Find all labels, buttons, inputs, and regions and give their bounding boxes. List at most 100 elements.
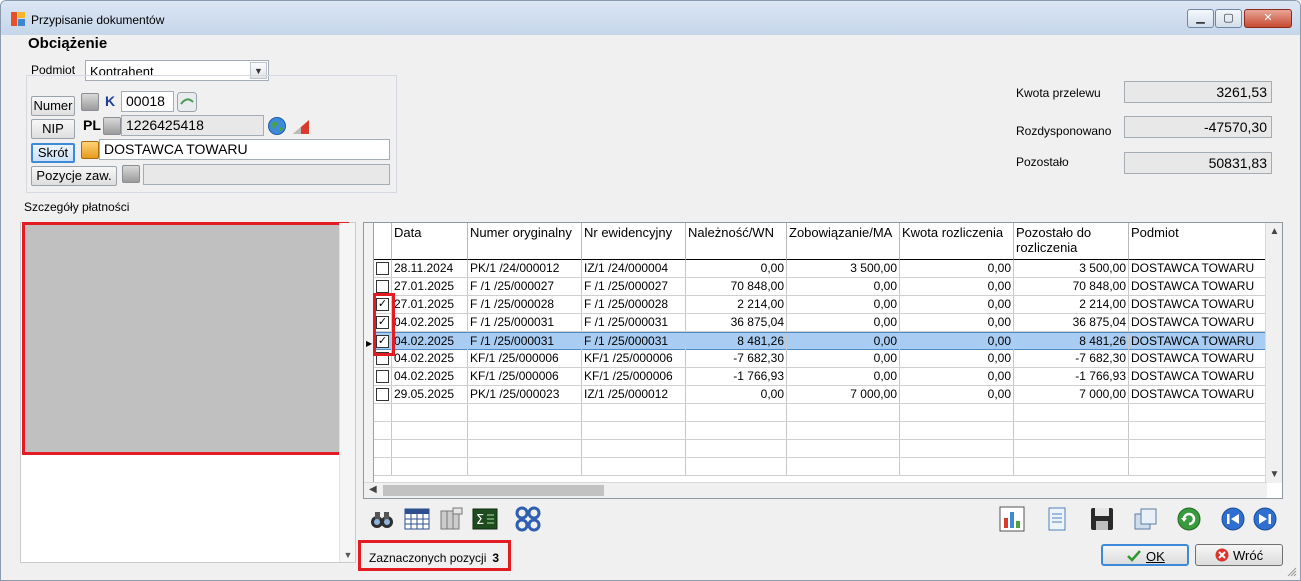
header-kwota-rozliczenia[interactable]: Kwota rozliczenia [900,223,1014,260]
header-nr-ewidencyjny[interactable]: Nr ewidencyjny [582,223,686,260]
maximize-button[interactable]: ▢ [1215,9,1242,28]
chart-icon[interactable] [999,506,1025,532]
cell-numer: F /1 /25/000031 [468,333,582,350]
empty-cell [468,458,582,475]
pozycje-field[interactable] [143,164,390,185]
chevron-down-icon[interactable]: ▼ [340,550,356,560]
header-podmiot[interactable]: Podmiot [1129,223,1267,260]
resize-grip-icon[interactable] [1287,567,1297,577]
details-label: Szczegóły płatności [24,200,130,214]
list-icon[interactable] [81,141,99,159]
table-row[interactable]: 04.02.2025 KF/1 /25/000006 KF/1 /25/000006… [374,350,1267,368]
row-checkbox[interactable] [376,280,389,293]
cell-wn: 70 848,00 [686,278,787,295]
empty-cell [1129,458,1267,475]
document-icon[interactable] [1044,506,1070,532]
empty-cell [787,458,900,475]
chevron-down-icon[interactable]: ▼ [1266,469,1282,480]
dialog-window: Przypisanie dokumentów ▁ ▢ ✕ Obciążenie … [0,0,1301,581]
table-row[interactable]: ✓ 27.01.2025 F /1 /25/000028 F /1 /25/00002… [374,296,1267,314]
header-checkbox-column [374,223,392,260]
cell-podmiot: DOSTAWCA TOWARU [1129,296,1267,313]
cell-podmiot: DOSTAWCA TOWARU [1129,368,1267,385]
prev-icon[interactable] [1220,506,1246,532]
empty-cell [582,458,686,475]
list-icon[interactable] [81,93,99,111]
ok-label: OK [1146,549,1165,564]
header-numer-oryginalny[interactable]: Numer oryginalny [468,223,582,260]
cell-nr-ew: IZ/1 /25/000012 [582,386,686,403]
lookup-icon[interactable] [177,92,197,112]
chevron-up-icon[interactable]: ▲ [1266,226,1282,237]
cell-data: 04.02.2025 [392,368,468,385]
empty-cell [787,422,900,439]
cell-nr-ew: F /1 /25/000031 [582,314,686,331]
save-icon[interactable] [1089,506,1115,532]
list-icon[interactable] [122,165,140,183]
binoculars-icon[interactable] [369,506,395,532]
pozostalo-label: Pozostało [1016,155,1069,169]
empty-row [374,440,1267,458]
close-button[interactable]: ✕ [1244,9,1292,28]
header-pozostalo[interactable]: Pozostało do rozliczenia [1014,223,1129,260]
table-row[interactable]: 29.05.2025 PK/1 /25/000023 IZ/1 /25/000012… [374,386,1267,404]
numer-button[interactable]: Numer [31,96,75,116]
table-row[interactable]: 04.02.2025 KF/1 /25/000006 KF/1 /25/000006… [374,368,1267,386]
row-checkbox[interactable] [376,262,389,275]
cell-podmiot: DOSTAWCA TOWARU [1129,333,1267,350]
ok-button[interactable]: OK [1101,544,1189,566]
grid-horizontal-scrollbar[interactable]: ◀ [364,482,1267,498]
row-checkbox-cell [374,368,392,385]
empty-cell [468,404,582,421]
pozycje-button[interactable]: Pozycje zaw. [31,166,117,186]
sum-icon[interactable]: Σ [472,506,498,532]
back-button[interactable]: Wróć [1195,544,1283,566]
next-icon[interactable] [1252,506,1278,532]
cancel-icon [1215,548,1229,562]
cell-ma: 0,00 [787,278,900,295]
skrot-field[interactable]: DOSTAWCA TOWARU [99,139,390,160]
numer-field[interactable]: 00018 [121,91,174,112]
refresh-icon[interactable] [1176,506,1202,532]
cell-kwota: 0,00 [900,314,1014,331]
current-row-marker-icon: ▶ [366,339,373,348]
copy-icon[interactable] [1133,506,1159,532]
cell-kwota: 0,00 [900,350,1014,367]
nip-field[interactable]: 1226425418 [121,115,264,136]
table-row[interactable]: ✓ 04.02.2025 F /1 /25/000031 F /1 /25/00003… [374,314,1267,332]
header-data[interactable]: Data [392,223,468,260]
cell-ma: 0,00 [787,314,900,331]
empty-cell [900,458,1014,475]
table-filter-icon[interactable] [404,506,430,532]
table-row[interactable]: 27.01.2025 F /1 /25/000027 F /1 /25/000027… [374,278,1267,296]
grid-vertical-scrollbar[interactable]: ▲ ▼ [1265,223,1282,483]
header-naleznosc[interactable]: Należność/WN [686,223,787,260]
nip-button[interactable]: NIP [31,119,75,139]
header-zobowiazanie[interactable]: Zobowiązanie/MA [787,223,900,260]
table-row[interactable]: 28.11.2024 PK/1 /24/000012 IZ/1 /24/000004… [374,260,1267,278]
signal-icon[interactable] [291,116,311,136]
list-icon[interactable] [103,117,121,135]
cell-nr-ew: F /1 /25/000028 [582,296,686,313]
globe-icon[interactable] [267,116,287,136]
scroll-thumb[interactable] [383,485,604,496]
documents-grid[interactable]: Data Numer oryginalny Nr ewidencyjny Nal… [363,222,1283,499]
row-checkbox-cell [374,386,392,403]
cell-wn: 0,00 [686,386,787,403]
row-checkbox[interactable] [376,388,389,401]
chevron-left-icon[interactable]: ◀ [369,484,377,495]
cell-numer: PK/1 /24/000012 [468,260,582,277]
numer-prefix: K [105,93,116,109]
minimize-button[interactable]: ▁ [1187,9,1214,28]
column-chooser-icon[interactable] [438,506,464,532]
skrot-button[interactable]: Skrót [31,143,75,163]
cell-pozostalo: -7 682,30 [1014,350,1129,367]
svg-text:Σ: Σ [476,513,484,528]
cell-data: 27.01.2025 [392,278,468,295]
details-scrollbar[interactable]: ▼ [339,223,355,562]
cell-pozostalo: 70 848,00 [1014,278,1129,295]
cogs-icon[interactable] [515,506,541,532]
table-row[interactable]: ✓ 04.02.2025 F /1 /25/000031 F /1 /25/00003… [374,332,1267,350]
row-checkbox[interactable] [376,370,389,383]
empty-cell [686,440,787,457]
